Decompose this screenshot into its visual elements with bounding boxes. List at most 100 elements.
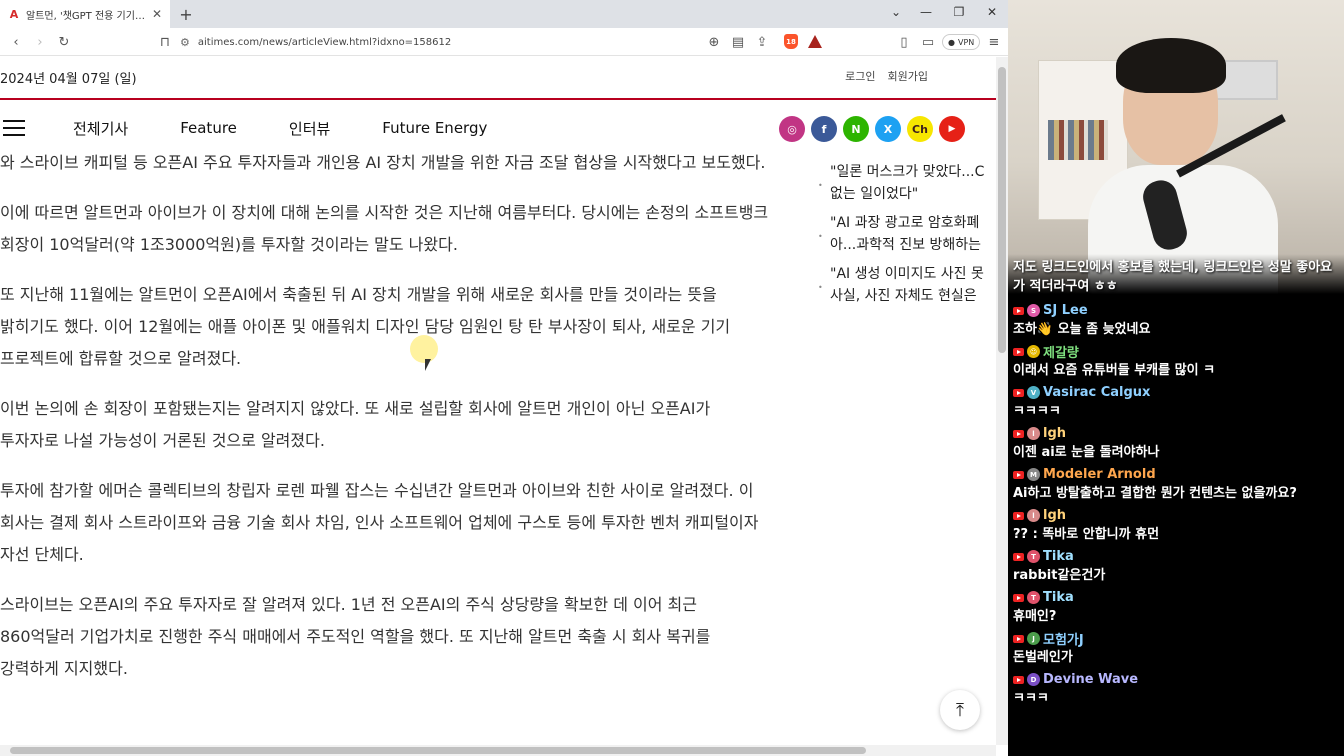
brave-shields-icon[interactable]: 18 <box>784 34 798 49</box>
chat-username: Modeler Arnold <box>1043 467 1156 482</box>
avatar: M <box>1027 468 1040 481</box>
youtube-icon <box>1013 388 1024 397</box>
scroll-to-top-button[interactable]: ⤒ <box>940 690 980 730</box>
chat-message-text: 돈벌레인가 <box>1013 650 1073 665</box>
related-article-link[interactable]: "AI 과장 광고로 암호화폐 아...과학적 진보 방해하는 <box>818 212 996 256</box>
wallet-icon[interactable]: ▭ <box>918 32 938 52</box>
chat-message: D Devine Wave ㅋㅋㅋ <box>1013 670 1340 708</box>
youtube-icon <box>1013 429 1024 438</box>
chat-message: S SJ Lee 조하👋 오늘 좀 늦었네요 <box>1013 301 1340 339</box>
maximize-button[interactable]: ❐ <box>943 0 975 24</box>
chat-message-header: T Tika <box>1013 588 1340 607</box>
kakao-channel-icon[interactable]: Ch <box>907 116 933 142</box>
menu-icon[interactable]: ≡ <box>984 32 1004 52</box>
chat-message-header: l lgh <box>1013 424 1340 443</box>
vpn-button[interactable]: ● VPN <box>942 34 981 50</box>
active-tab[interactable]: A 알트먼, '챗GPT 전용 기기' 제조 ✕ <box>0 0 170 28</box>
bookmark-icon[interactable]: ⊓ <box>155 32 175 52</box>
tab-title: 알트먼, '챗GPT 전용 기기' 제조 <box>26 10 146 22</box>
chat-message: T Tika rabbit같은건가 <box>1013 547 1340 585</box>
chat-username: 모험가J <box>1043 633 1084 648</box>
vertical-scroll-thumb[interactable] <box>998 67 1006 353</box>
cursor-highlight <box>410 335 438 363</box>
browser-window: A 알트먼, '챗GPT 전용 기기' 제조 ✕ + ⌄ — ❐ ✕ ‹ › ↻… <box>0 0 1008 756</box>
signup-link[interactable]: 회원가입 <box>888 68 928 84</box>
reader-mode-icon[interactable]: ▤ <box>728 32 748 52</box>
related-title-line: 없는 일이었다" <box>830 186 919 202</box>
chat-message: M Modeler Arnold Ai하고 방탈출하고 결합한 뭔가 컨텐츠는 없을… <box>1013 465 1340 503</box>
nav-feature[interactable]: Feature <box>180 119 237 137</box>
youtube-icon <box>1013 675 1024 684</box>
url-text: aitimes.com/news/articleView.html?idxno=… <box>197 36 452 48</box>
avatar: T <box>1027 591 1040 604</box>
chat-message-text: 이래서 요즘 유튜버들 부캐를 많이 ㅋ <box>1013 363 1216 378</box>
site-info-icon[interactable]: ⚙ <box>180 36 190 49</box>
avatar: S <box>1027 304 1040 317</box>
youtube-icon[interactable]: ▶ <box>939 116 965 142</box>
books <box>1048 120 1108 160</box>
chat-username: Devine Wave <box>1043 672 1139 687</box>
avatar: T <box>1027 550 1040 563</box>
login-link[interactable]: 로그인 <box>845 68 875 84</box>
chat-username: Vasirac Calgux <box>1043 385 1151 400</box>
youtube-icon <box>1013 306 1024 315</box>
new-tab-button[interactable]: + <box>176 4 196 24</box>
chat-username: Tika <box>1043 549 1074 564</box>
related-title-line: "일론 머스크가 맞았다...C <box>830 164 985 180</box>
chat-username: SJ Lee <box>1043 303 1088 318</box>
related-article-link[interactable]: "일론 머스크가 맞았다...C 없는 일이었다" <box>818 161 996 205</box>
avatar: V <box>1027 386 1040 399</box>
article-paragraph: 이번 논의에 손 회장이 포함됐는지는 알려지지 않았다. 또 새로 설립할 회… <box>0 399 711 450</box>
chat-message: l lgh 이젠 ai로 눈을 돌려야하나 <box>1013 424 1340 462</box>
vertical-scrollbar[interactable] <box>996 57 1008 745</box>
share-icon[interactable]: ⇪ <box>752 32 772 52</box>
chat-username: 제갈량 <box>1043 346 1079 361</box>
nav-future-energy[interactable]: Future Energy <box>382 119 487 137</box>
nav-all-articles[interactable]: 전체기사 <box>73 118 128 139</box>
mouse-cursor-icon <box>425 359 431 371</box>
close-window-button[interactable]: ✕ <box>976 0 1008 24</box>
article-body: 와 스라이브 캐피털 등 오픈AI 주요 투자자들과 개인용 AI 장치 개발을… <box>0 130 770 703</box>
reload-button[interactable]: ↻ <box>54 32 74 52</box>
chat-message-text: ㅋㅋㅋ <box>1013 691 1049 706</box>
facebook-icon[interactable]: f <box>811 116 837 142</box>
chat-message-header: l lgh <box>1013 506 1340 525</box>
x-icon[interactable]: X <box>875 116 901 142</box>
naver-icon[interactable]: N <box>843 116 869 142</box>
related-article-link[interactable]: "AI 생성 이미지도 사진 못 사실, 사진 자체도 현실은 <box>818 263 996 307</box>
article-page: 2024년 04월 07일 (일) 로그인 회원가입 디인포메이션은 5일(현지… <box>0 57 996 745</box>
live-chat: 저도 링크드인에서 홍보를 했는데, 링크드인은 성말 좋아요가 적더라구여 ㅎ… <box>1008 254 1344 756</box>
page-date: 2024년 04월 07일 (일) <box>0 72 137 87</box>
vpn-label: VPN <box>957 37 975 47</box>
account-links: 로그인 회원가입 <box>845 68 928 84</box>
minimize-button[interactable]: — <box>910 0 942 24</box>
chat-message-text: 이젠 ai로 눈을 돌려야하나 <box>1013 445 1160 460</box>
hamburger-menu-icon[interactable] <box>3 120 25 136</box>
nav-interview[interactable]: 인터뷰 <box>289 118 330 139</box>
chat-message: ☺ 제갈량이래서 요즘 유튜버들 부캐를 많이 ㅋ <box>1013 342 1340 380</box>
chat-list: S SJ Lee 조하👋 오늘 좀 늦었네요 ☺ 제갈량 이래서 요즘 유튜버들 부캐를 … <box>1013 301 1340 708</box>
close-tab-icon[interactable]: ✕ <box>152 7 162 21</box>
article-paragraph: 투자에 참가할 에머슨 콜렉티브의 창립자 로렌 파웰 잡스는 수십년간 알트먼… <box>0 481 759 564</box>
vpn-dot-icon: ● <box>948 37 955 47</box>
sidebar-toggle-icon[interactable]: ▯ <box>894 32 914 52</box>
site-favicon-icon: A <box>9 7 19 21</box>
chat-message-header: T Tika <box>1013 547 1340 566</box>
chat-message-text: ?? : 똑바로 안합니까 휴먼 <box>1013 527 1160 542</box>
horizontal-scroll-thumb[interactable] <box>10 747 866 754</box>
streamer-hair <box>1116 38 1226 93</box>
brave-rewards-icon[interactable] <box>808 35 822 48</box>
back-button[interactable]: ‹ <box>6 32 26 52</box>
youtube-icon <box>1013 470 1024 479</box>
horizontal-scrollbar[interactable] <box>0 745 996 756</box>
tab-search-icon[interactable]: ⌄ <box>880 0 912 24</box>
zoom-icon[interactable]: ⊕ <box>704 32 724 52</box>
forward-button[interactable]: › <box>30 32 50 52</box>
chat-message-header: ☺ 제갈량 <box>1013 342 1340 361</box>
youtube-icon <box>1013 511 1024 520</box>
address-bar[interactable]: ⚙ aitimes.com/news/articleView.html?idxn… <box>180 32 740 52</box>
article-paragraph: 스라이브는 오픈AI의 주요 투자자로 잘 알려져 있다. 1년 전 오픈AI의… <box>0 595 711 678</box>
chat-message-header: S SJ Lee <box>1013 301 1340 320</box>
instagram-icon[interactable]: ◎ <box>779 116 805 142</box>
youtube-icon <box>1013 593 1024 602</box>
